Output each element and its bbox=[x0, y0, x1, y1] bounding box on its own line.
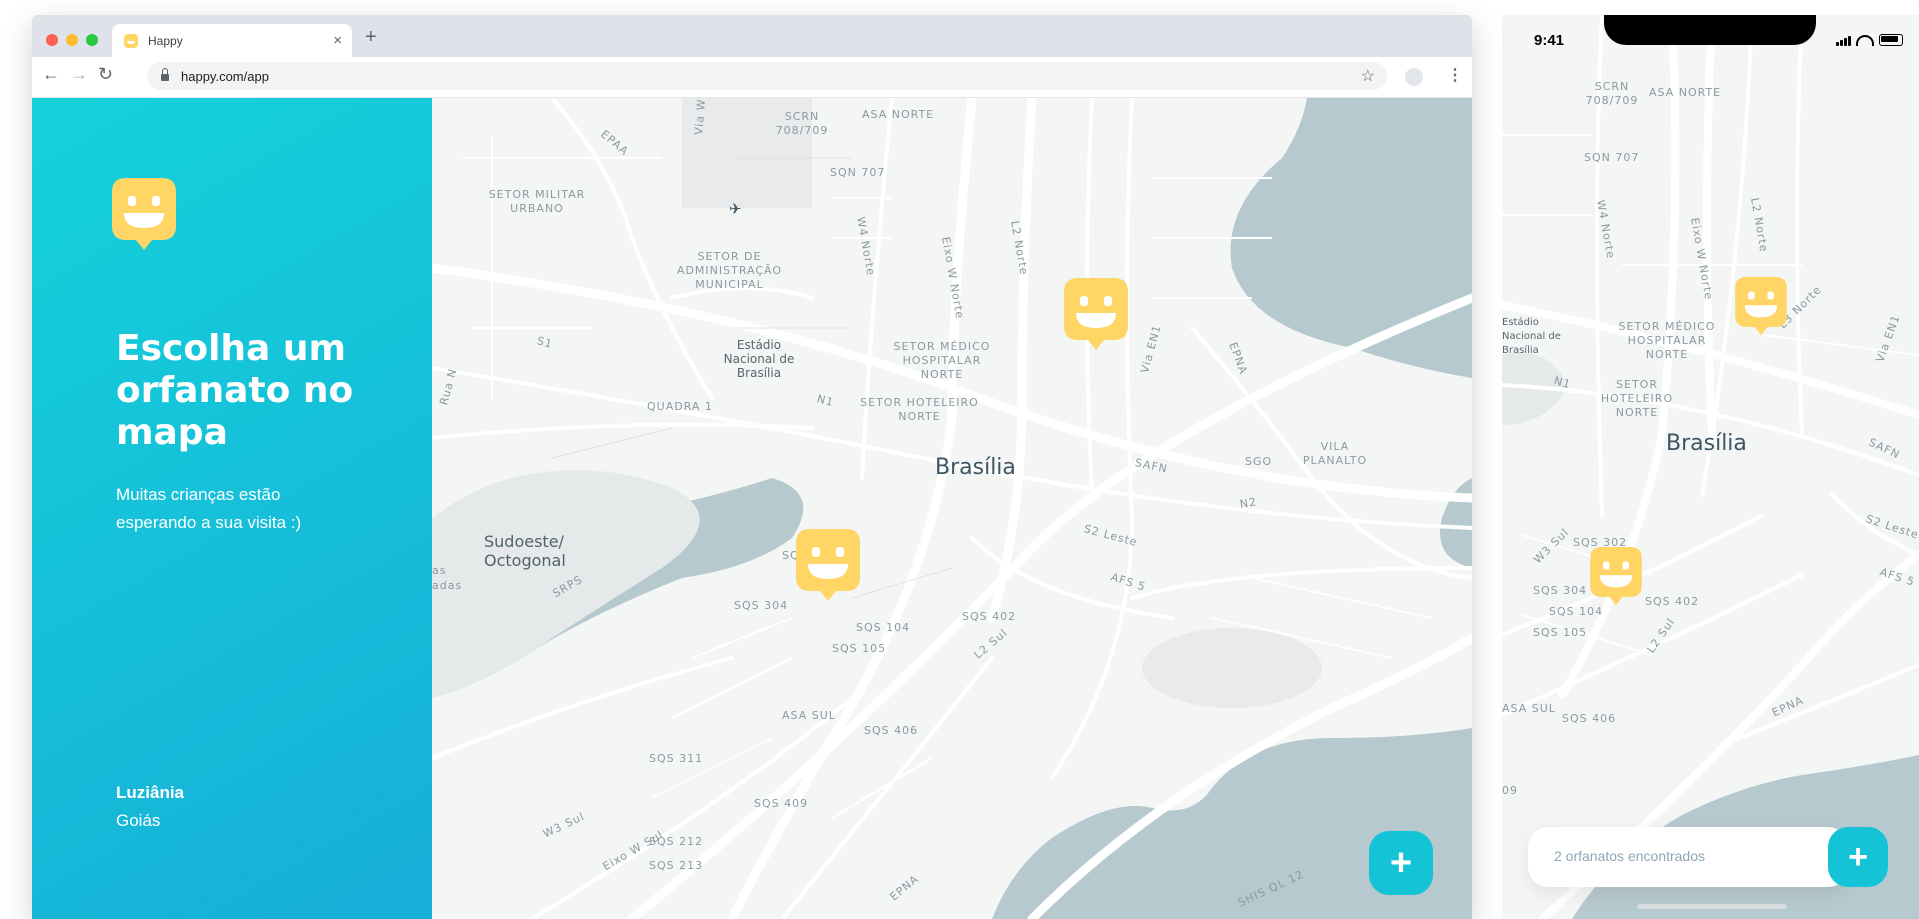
bookmark-star-icon[interactable]: ☆ bbox=[1361, 66, 1375, 86]
map-label: SQS 409 bbox=[754, 797, 809, 810]
forward-icon[interactable]: → bbox=[70, 64, 88, 85]
map-label: VILA PLANALTO bbox=[1302, 440, 1368, 467]
phone-map-label: Estádio Nacional de Brasília bbox=[1502, 317, 1561, 356]
phone-map-label: SQN 707 bbox=[1584, 151, 1640, 164]
phone-map-base bbox=[1502, 15, 1919, 919]
map-label: SQS 212 bbox=[649, 835, 704, 848]
map-base bbox=[432, 98, 1472, 919]
back-icon[interactable]: ← bbox=[42, 64, 60, 85]
phone-map-label: SQS 406 bbox=[1562, 712, 1617, 725]
orphanage-pin-icon[interactable] bbox=[1064, 278, 1128, 350]
orphanage-pin-icon[interactable] bbox=[1590, 547, 1642, 605]
tab-close-icon[interactable]: × bbox=[333, 32, 342, 49]
city-label: Brasília bbox=[935, 455, 1016, 480]
map-label: ASA NORTE bbox=[862, 108, 935, 121]
browser-toolbar: ← → ↻ happy.com/app ☆ ⋮ bbox=[32, 57, 1472, 98]
add-orphanage-button[interactable]: + bbox=[1828, 827, 1888, 887]
phone-preview: SCRN 708/709 ASA NORTE SQN 707 W4 Norte … bbox=[1502, 15, 1919, 919]
airport-icon: ✈ bbox=[729, 200, 743, 218]
phone-map-label: SQS 304 bbox=[1533, 584, 1588, 597]
map-label: SETOR HOTELEIRO NORTE bbox=[860, 396, 979, 423]
phone-map-label: SQS 402 bbox=[1645, 595, 1700, 608]
phone-map-label: SETOR HOTELEIRO NORTE bbox=[1600, 378, 1674, 419]
map-label: ASA SUL bbox=[782, 709, 836, 722]
phone-city-label: Brasília bbox=[1666, 431, 1747, 456]
happy-face-icon bbox=[112, 178, 176, 250]
map-label: SCRN 708/709 bbox=[775, 110, 829, 137]
phone-map-label: SCRN 708/709 bbox=[1585, 80, 1639, 107]
maximize-window-button[interactable] bbox=[86, 34, 98, 46]
close-window-button[interactable] bbox=[46, 34, 58, 46]
map-label: SQS 311 bbox=[649, 752, 704, 765]
orphanage-pin-icon[interactable] bbox=[796, 529, 860, 601]
signal-icon bbox=[1836, 36, 1851, 46]
map-label: adas bbox=[432, 579, 463, 592]
map-label: SGO bbox=[1245, 455, 1273, 468]
location-city: Luziânia bbox=[116, 783, 185, 802]
reload-icon[interactable]: ↻ bbox=[98, 64, 113, 85]
battery-icon bbox=[1879, 34, 1903, 46]
results-count: 2 orfanatos encontrados bbox=[1554, 848, 1705, 864]
map-label: SQS 304 bbox=[734, 599, 789, 612]
subtitle: Muitas crianças estão esperando a sua vi… bbox=[116, 485, 302, 532]
tab-bar: Happy × + bbox=[32, 15, 1472, 57]
favicon-icon bbox=[124, 33, 138, 48]
orphanage-pin-icon[interactable] bbox=[1735, 277, 1787, 335]
map-label: SQS 105 bbox=[832, 642, 887, 655]
phone-notch bbox=[1604, 15, 1816, 45]
phone-map-label: SQS 104 bbox=[1549, 605, 1604, 618]
map[interactable]: EPAA Via W7 SCRN 708/709 ASA NORTE SQN 7… bbox=[432, 98, 1472, 919]
map-label: QUADRA 1 bbox=[647, 400, 713, 413]
tab-title: Happy bbox=[148, 33, 183, 48]
status-time: 9:41 bbox=[1534, 32, 1565, 49]
browser-window: Happy × + ← → ↻ happy.com/app ☆ ⋮ Escolh… bbox=[32, 15, 1472, 919]
phone-map-label: SQS 105 bbox=[1533, 626, 1588, 639]
url-text: happy.com/app bbox=[181, 68, 269, 84]
lock-icon bbox=[161, 68, 169, 81]
phone-map-label: ASA NORTE bbox=[1649, 86, 1722, 99]
page-title: Escolha um orfanato no mapa bbox=[116, 328, 354, 453]
home-indicator bbox=[1637, 904, 1787, 909]
minimize-window-button[interactable] bbox=[66, 34, 78, 46]
map-label: SETOR MÉDICO HOSPITALAR NORTE bbox=[893, 340, 991, 381]
stadium-label: Estádio Nacional de Brasília bbox=[723, 338, 795, 380]
results-footer: 2 orfanatos encontrados bbox=[1528, 827, 1848, 887]
profile-avatar[interactable] bbox=[1405, 68, 1423, 86]
map-label: SQS 104 bbox=[856, 621, 911, 634]
map-label: as bbox=[432, 564, 447, 577]
new-tab-button[interactable]: + bbox=[365, 26, 377, 49]
address-bar[interactable]: happy.com/app ☆ bbox=[147, 62, 1387, 90]
tab-happy[interactable]: Happy × bbox=[112, 24, 352, 57]
map-label: N2 bbox=[1238, 495, 1259, 511]
phone-map-label: SETOR MÉDICO HOSPITALAR NORTE bbox=[1618, 320, 1716, 361]
map-label: SETOR DE ADMINISTRAÇÃO MUNICIPAL bbox=[676, 250, 783, 291]
phone-map-label: 09 bbox=[1502, 784, 1518, 797]
menu-icon[interactable]: ⋮ bbox=[1447, 65, 1463, 85]
add-orphanage-button[interactable]: + bbox=[1369, 831, 1433, 895]
map-label: SETOR MILITAR URBANO bbox=[488, 188, 586, 215]
location-state: Goiás bbox=[116, 811, 161, 830]
map-label: SQS 406 bbox=[864, 724, 919, 737]
map-label: SQS 213 bbox=[649, 859, 704, 872]
status-icons bbox=[1836, 34, 1903, 46]
sidebar: Escolha um orfanato no mapa Muitas crian… bbox=[32, 98, 432, 919]
phone-map-label: ASA SUL bbox=[1502, 702, 1556, 715]
map-label: SQN 707 bbox=[830, 166, 886, 179]
map-label: SQS 402 bbox=[962, 610, 1017, 623]
wifi-icon bbox=[1856, 35, 1874, 46]
district-label: Sudoeste/ Octogonal bbox=[484, 532, 566, 570]
